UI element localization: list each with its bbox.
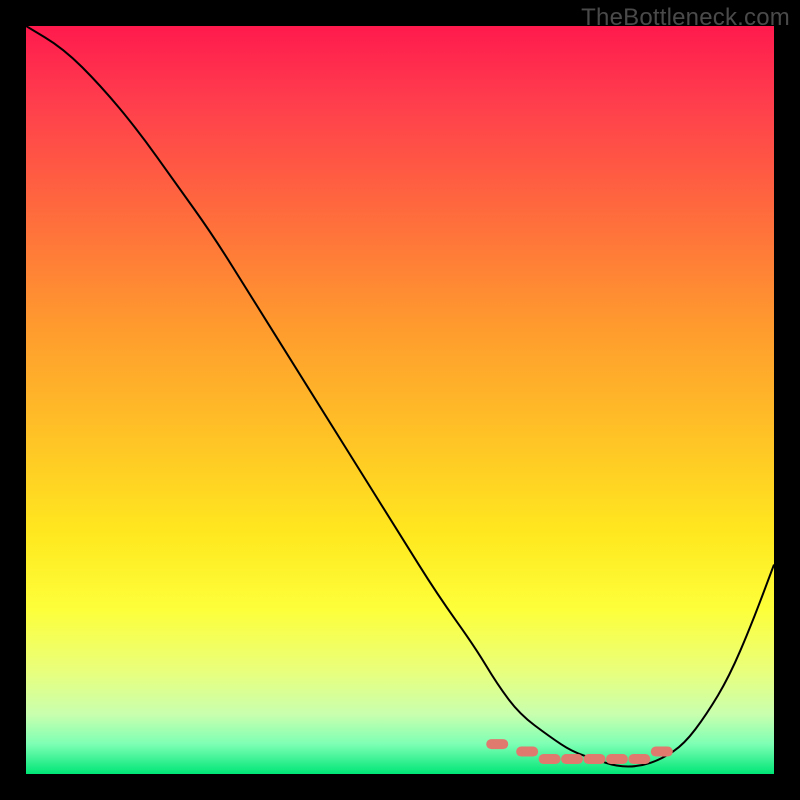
curve-marker bbox=[486, 739, 508, 749]
curve-marker bbox=[628, 754, 650, 764]
watermark-text: TheBottleneck.com bbox=[581, 4, 790, 32]
curve-marker bbox=[539, 754, 561, 764]
curve-marker bbox=[651, 747, 673, 757]
curve-marker bbox=[583, 754, 605, 764]
chart-area bbox=[26, 26, 774, 774]
chart-svg bbox=[26, 26, 774, 774]
curve-markers bbox=[486, 739, 673, 764]
curve-marker bbox=[516, 747, 538, 757]
curve-marker bbox=[561, 754, 583, 764]
bottleneck-curve bbox=[26, 26, 774, 767]
curve-marker bbox=[606, 754, 628, 764]
